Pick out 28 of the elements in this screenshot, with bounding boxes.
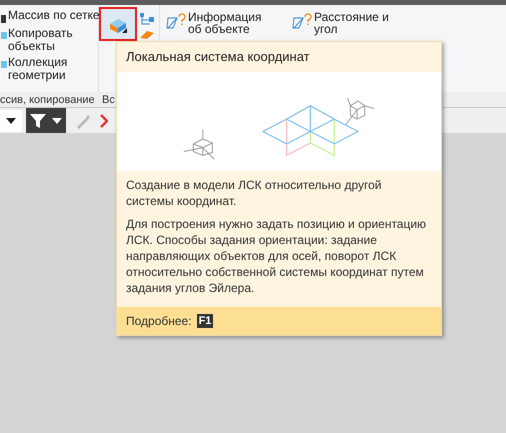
coordinate-system-button[interactable]	[99, 7, 137, 41]
cube-drawing	[345, 97, 375, 125]
tooltip-paragraph: Для построения нужно задать позицию и ориентацию ЛСК. Способы задания ориентации: задание направляющих объектов для осей, поворот ЛСК относительно собственной системы координат путем задания углов Эйлера.	[126, 216, 428, 296]
key-badge: F1	[196, 314, 214, 328]
ribbon-command[interactable]: Коллекция геометрии	[0, 56, 98, 82]
measure-icon	[292, 13, 312, 30]
ribbon-command[interactable]: Расстояние и угол	[292, 12, 412, 35]
dropdown-button[interactable]	[0, 110, 22, 132]
pipette-icon	[75, 112, 91, 128]
help-label: Подробнее:	[126, 314, 192, 328]
command-icon	[0, 12, 7, 24]
caret-icon	[6, 118, 16, 124]
caret-icon	[52, 118, 62, 124]
group-label: Вс	[102, 94, 115, 106]
group-label: ссив, копирование	[0, 94, 95, 106]
tooltip-paragraph: Создание в модели ЛСК относительно другой системы координат.	[126, 177, 382, 209]
ribbon-command[interactable]: Информация об объекте	[166, 12, 286, 35]
ribbon-command[interactable]: Массив по сетке	[0, 9, 98, 24]
tooltip-title: Локальная система координат	[125, 48, 311, 66]
cube-drawing	[183, 128, 215, 160]
command-icon	[0, 59, 7, 71]
measure-icon	[166, 13, 186, 30]
close-icon	[100, 114, 108, 128]
ribbon-command[interactable]: Копировать объекты	[0, 27, 98, 53]
filter-button[interactable]	[26, 108, 66, 133]
command-icon	[0, 30, 7, 42]
tree-icon	[139, 11, 155, 27]
filter-icon	[30, 112, 46, 128]
